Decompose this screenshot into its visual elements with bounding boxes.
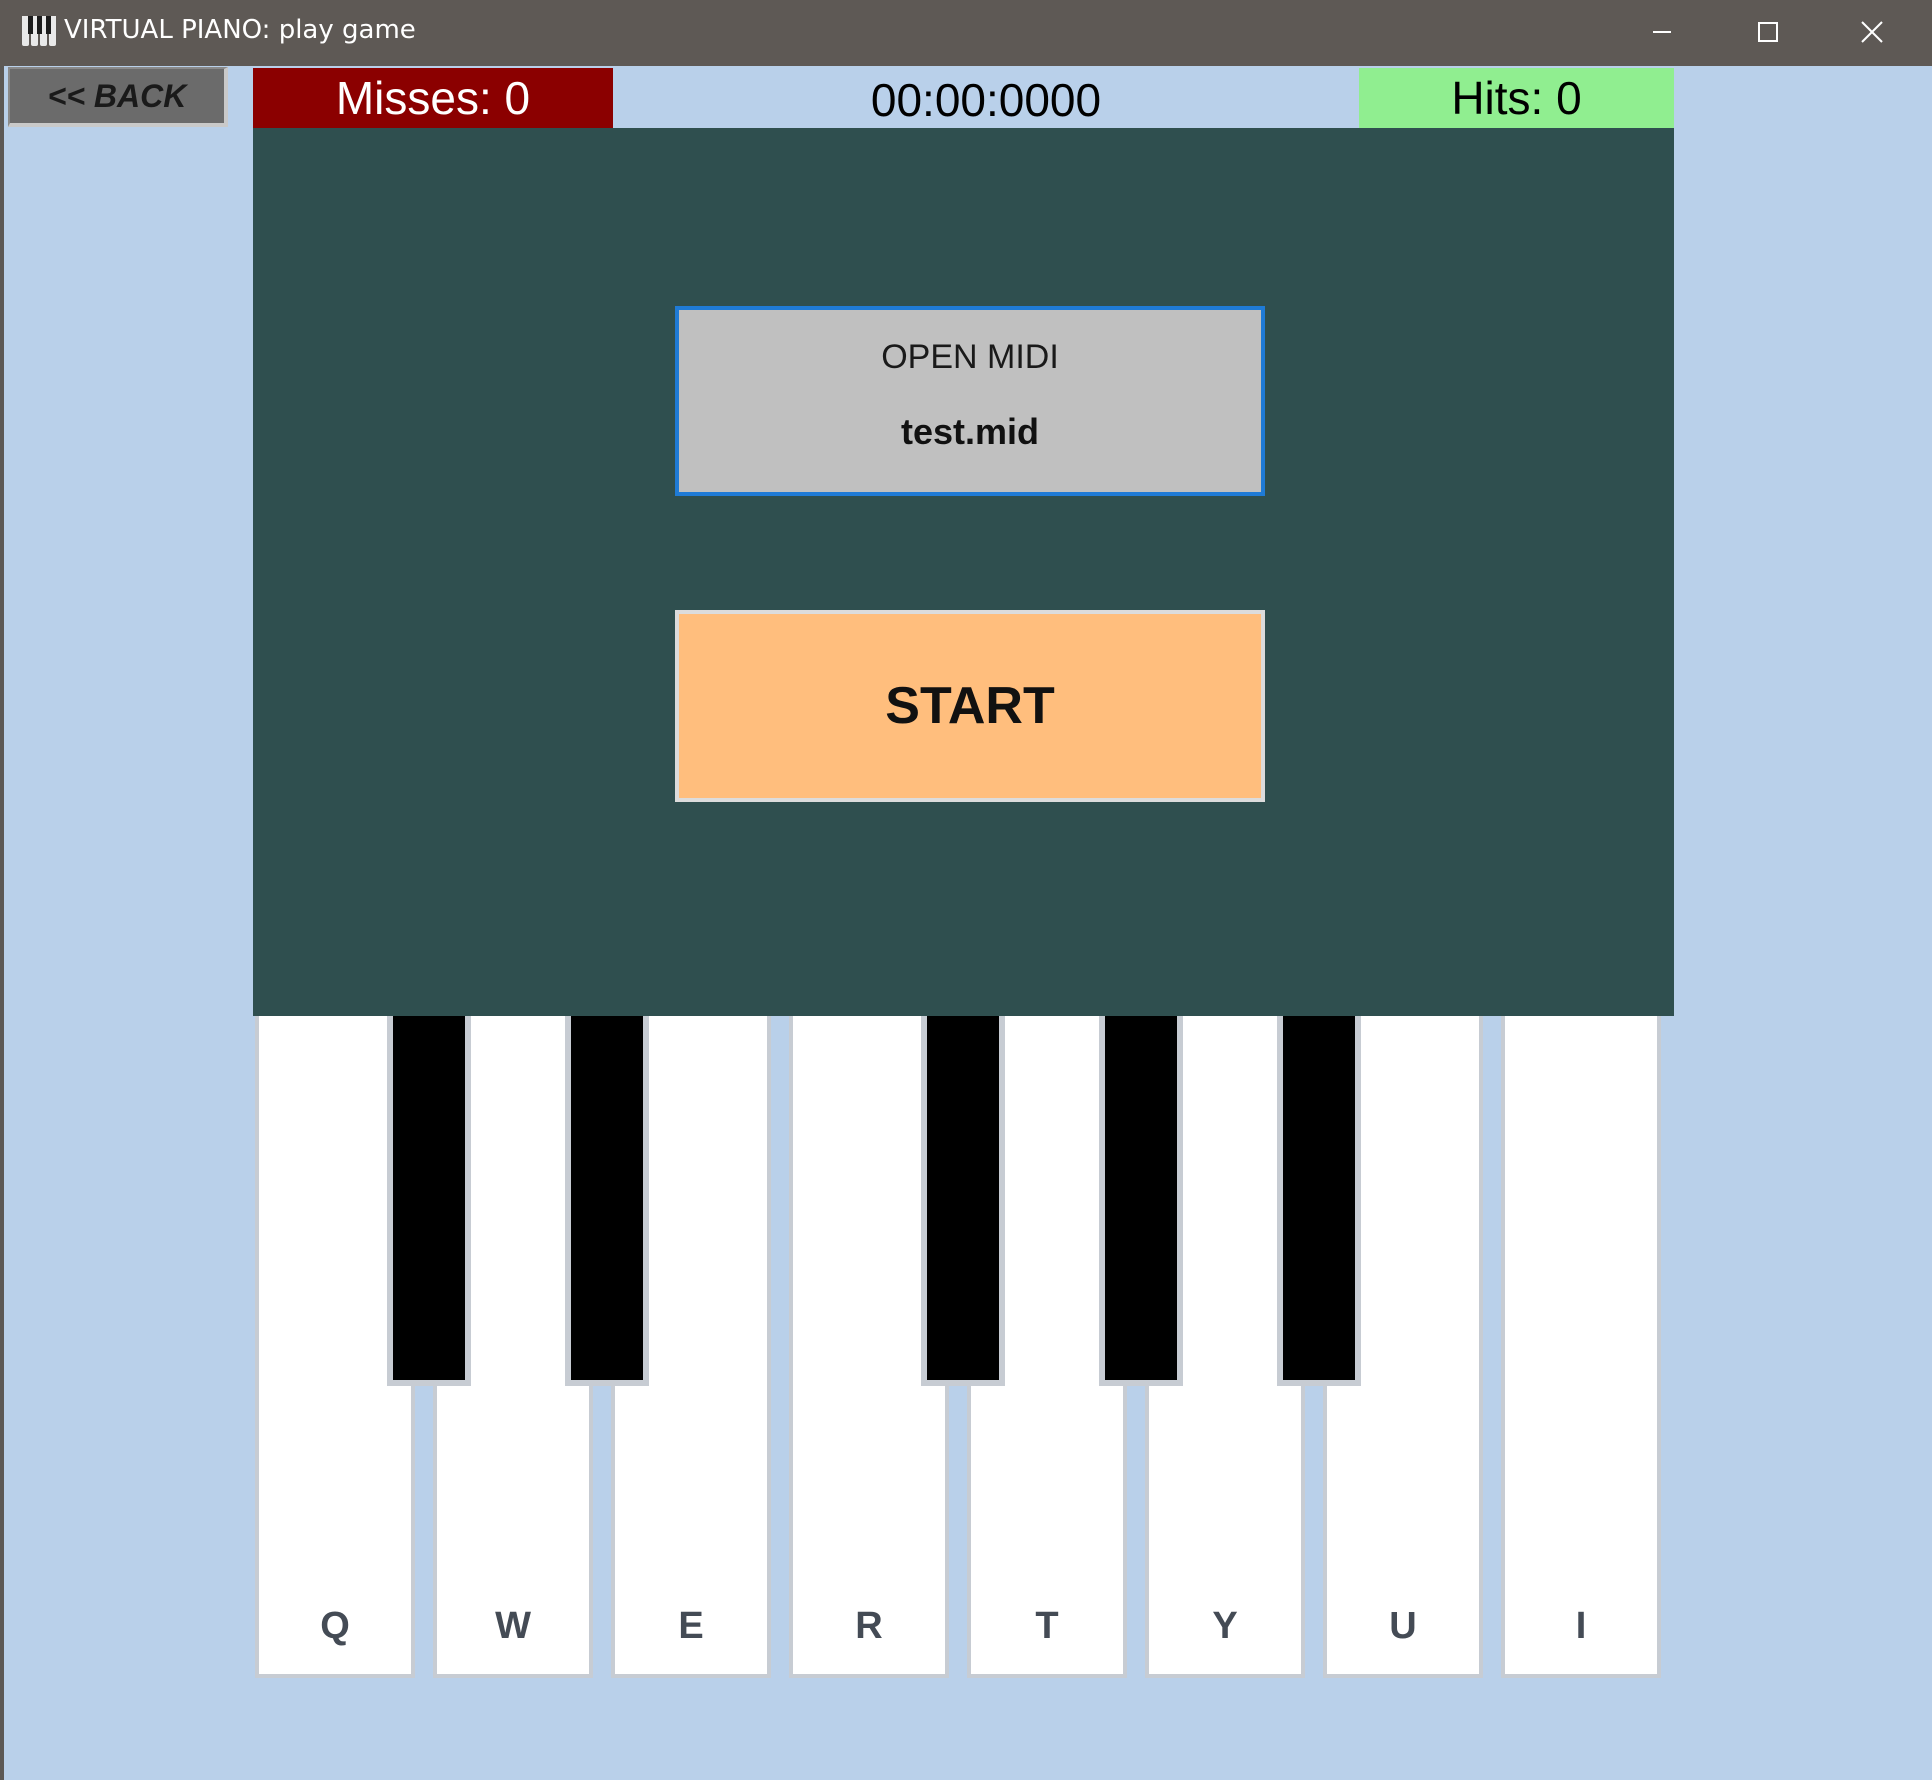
piano-key-i[interactable]: I — [1501, 1016, 1661, 1678]
key-label: T — [1035, 1605, 1059, 1647]
key-label: Y — [1212, 1605, 1238, 1647]
back-button[interactable]: << BACK — [8, 67, 228, 127]
midi-file-name: test.mid — [900, 411, 1040, 452]
app-window: VIRTUAL PIANO: play game << BACK Misses:… — [0, 0, 1932, 1780]
key-label: I — [1575, 1605, 1587, 1647]
key-label: U — [1389, 1605, 1417, 1647]
close-button[interactable] — [1820, 0, 1924, 64]
piano-black-key[interactable] — [1099, 1016, 1183, 1386]
piano-black-key[interactable] — [387, 1016, 471, 1386]
note-stage: OPEN MIDI test.mid START — [253, 128, 1674, 1016]
maximize-button[interactable] — [1716, 0, 1820, 64]
open-midi-label: OPEN MIDI — [881, 338, 1059, 376]
key-label: Q — [320, 1605, 350, 1647]
piano-black-key[interactable] — [565, 1016, 649, 1386]
key-label: E — [678, 1605, 704, 1647]
piano-keys-icon — [22, 16, 58, 46]
piano-black-key[interactable] — [921, 1016, 1005, 1386]
open-midi-button[interactable]: OPEN MIDI test.mid — [675, 306, 1265, 496]
piano-black-key[interactable] — [1277, 1016, 1361, 1386]
start-button[interactable]: START — [675, 610, 1265, 802]
game-timer: 00:00:0000 — [870, 74, 1102, 126]
key-label: R — [855, 1605, 883, 1647]
maximize-icon — [1758, 22, 1778, 42]
game-area: << BACK Misses: 0 00:00:0000 Hits: 0 OPE… — [4, 66, 1932, 1780]
misses-counter: Misses: 0 — [253, 68, 613, 128]
window-title: VIRTUAL PIANO: play game — [64, 15, 416, 45]
minimize-icon — [1653, 31, 1671, 33]
close-icon — [1861, 21, 1883, 43]
hits-counter: Hits: 0 — [1359, 68, 1674, 128]
key-label: W — [495, 1605, 531, 1647]
minimize-button[interactable] — [1610, 0, 1714, 64]
title-bar[interactable]: VIRTUAL PIANO: play game — [0, 0, 1932, 66]
